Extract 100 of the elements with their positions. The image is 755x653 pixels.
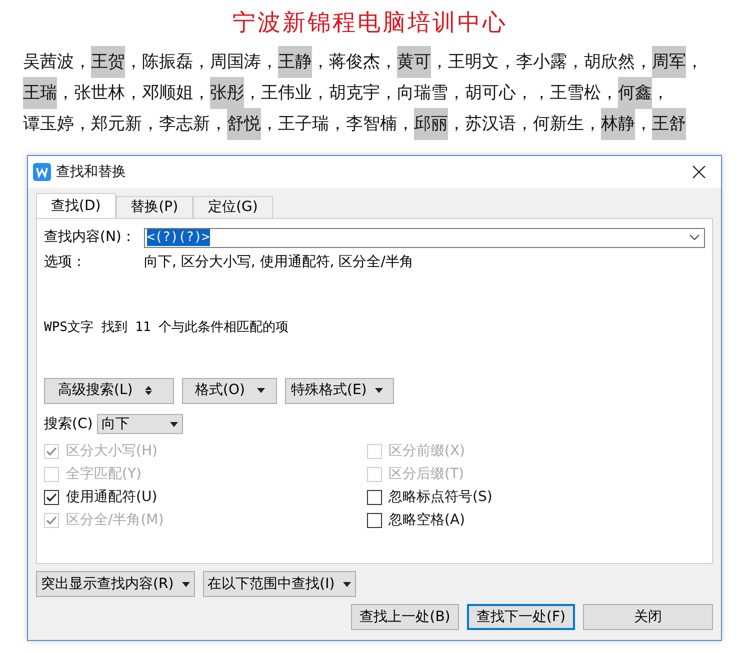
name-text: 周军 xyxy=(652,46,686,78)
find-value: <(?)(?)> xyxy=(147,229,210,246)
comma-text: ， xyxy=(125,82,142,104)
name-text: 胡欣然 xyxy=(584,51,635,74)
comma-text: ， xyxy=(261,51,278,74)
name-text: 张世林 xyxy=(74,82,125,104)
comma-text: ， xyxy=(567,51,584,74)
find-label: 查找内容(N)： xyxy=(44,228,136,247)
action-button[interactable]: 查找上一处(B) xyxy=(351,604,459,630)
direction-dropdown[interactable]: 向下 xyxy=(96,414,183,434)
name-text: 郑元新 xyxy=(91,113,142,136)
action-button[interactable]: 关闭 xyxy=(583,604,713,630)
comma-text: ， xyxy=(74,113,91,136)
comma-text: ， xyxy=(686,51,703,74)
comma-text: ， xyxy=(193,51,210,74)
comma-text: ， xyxy=(431,51,448,74)
caret-icon xyxy=(342,582,351,586)
menu-button[interactable]: 突出显示查找内容(R) xyxy=(36,571,195,597)
menu-button[interactable]: 在以下范围中查找(I) xyxy=(202,571,356,597)
options-label: 选项： xyxy=(44,253,87,272)
name-text: 王子瑞 xyxy=(278,113,329,136)
checkbox-label: 忽略标点符号(S) xyxy=(388,488,492,506)
comma-text: ， xyxy=(652,82,669,104)
comma-text: ， xyxy=(312,82,329,104)
name-text: 胡可心 xyxy=(465,82,516,104)
name-text: 黄可 xyxy=(397,46,431,78)
name-text: 李智楠 xyxy=(346,113,397,136)
comma-text: ， xyxy=(448,82,465,104)
checkbox-label: 使用通配符(U) xyxy=(66,488,158,506)
comma-text: ， xyxy=(125,51,142,74)
name-text: 王贺 xyxy=(91,46,125,78)
name-text: 何鑫 xyxy=(618,77,652,109)
comma-text: ， xyxy=(516,113,533,136)
caret-icon xyxy=(182,582,190,586)
name-text: 吴茜波 xyxy=(23,51,74,74)
name-text: 向瑞雪 xyxy=(397,82,448,104)
name-text: 何新生 xyxy=(533,113,584,136)
name-text: 周国涛 xyxy=(210,51,261,74)
checkbox-label: 忽略空格(A) xyxy=(388,510,466,530)
app-icon xyxy=(33,163,51,181)
document-title: 宁波新锦程电脑培训中心 xyxy=(232,9,508,37)
checkbox-label: 全字匹配(Y) xyxy=(66,464,142,484)
checkbox[interactable] xyxy=(366,490,382,504)
comma-text: ，， xyxy=(516,82,550,104)
comma-text: ， xyxy=(397,113,414,136)
checkbox-label: 区分大小写(H) xyxy=(66,442,158,460)
find-field[interactable]: <(?)(?)> xyxy=(144,228,705,248)
comma-text: ， xyxy=(312,51,329,74)
checkbox-label: 区分前缀(X) xyxy=(388,442,466,460)
comma-text: ， xyxy=(499,51,516,74)
comma-text: ， xyxy=(329,113,346,136)
name-text: 邱丽 xyxy=(414,108,448,140)
caret-icon xyxy=(374,388,383,393)
window-title: 查找和替换 xyxy=(56,162,126,182)
name-text: 舒悦 xyxy=(227,108,261,140)
comma-text: ， xyxy=(57,82,74,104)
menu-button[interactable]: 格式(O) xyxy=(182,378,277,404)
name-text: 王明文 xyxy=(448,51,499,74)
name-text: 王雪松 xyxy=(550,82,601,104)
name-text: 李小露 xyxy=(516,51,567,74)
result-text: WPS文字 找到 11 个与此条件相匹配的项 xyxy=(44,319,290,337)
checkbox[interactable] xyxy=(44,490,59,504)
action-button[interactable]: 查找下一处(F) xyxy=(467,604,575,630)
comma-text: ， xyxy=(380,51,397,74)
tab[interactable]: 替换(P) xyxy=(116,196,194,218)
comma-text: ， xyxy=(193,82,210,104)
comma-text: ， xyxy=(635,113,652,136)
name-text: 王伟业 xyxy=(261,82,312,104)
name-text: 苏汉语 xyxy=(465,113,516,136)
search-label: 搜索(C) xyxy=(44,414,93,434)
name-text: 张彤 xyxy=(210,77,244,109)
comma-text: ， xyxy=(74,51,91,74)
expand-icon xyxy=(144,386,152,395)
checkbox-label: 区分全/半角(M) xyxy=(66,510,164,530)
comma-text: ， xyxy=(244,82,261,104)
chevron-icon[interactable] xyxy=(689,234,700,241)
options-text: 向下, 区分大小写, 使用通配符, 区分全/半角 xyxy=(144,253,414,272)
name-text: 李志新 xyxy=(159,113,210,136)
tab[interactable]: 定位(G) xyxy=(193,196,273,218)
comma-text: ， xyxy=(261,113,278,136)
comma-text: ， xyxy=(584,113,601,136)
checkbox[interactable] xyxy=(366,512,382,528)
menu-button[interactable]: 特殊格式(E) xyxy=(285,378,394,404)
comma-text: ， xyxy=(448,113,465,136)
comma-text: ， xyxy=(380,82,397,104)
menu-button[interactable]: 高级搜索(L) xyxy=(44,378,174,404)
close-icon[interactable] xyxy=(692,165,706,179)
caret-icon xyxy=(170,422,178,426)
name-text: 蒋俊杰 xyxy=(329,51,380,74)
name-text: 邓顺姐 xyxy=(142,82,193,104)
comma-text: ， xyxy=(210,113,227,136)
comma-text: ， xyxy=(635,51,652,74)
comma-text: ， xyxy=(601,82,618,104)
name-text: 王瑞 xyxy=(23,77,57,109)
comma-text: ， xyxy=(142,113,159,136)
name-text: 胡克宇 xyxy=(329,82,380,104)
name-text: 王舒 xyxy=(652,108,686,140)
tab[interactable]: 查找(D) xyxy=(36,193,116,218)
name-text: 林静 xyxy=(601,108,635,140)
name-text: 谭玉婷 xyxy=(23,113,74,136)
